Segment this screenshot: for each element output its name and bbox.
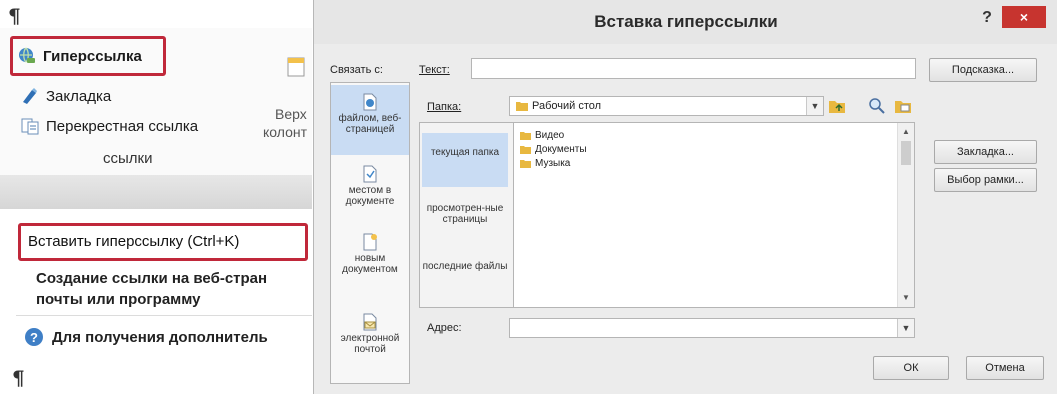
browse-sections: текущая папка просмотрен-ные страницы по…	[420, 123, 510, 307]
paragraph-mark-bottom: ¶	[12, 366, 25, 390]
file-name: Документы	[535, 144, 587, 155]
scroll-down-icon[interactable]: ▼	[898, 291, 914, 305]
target-frame-button[interactable]: Выбор рамки...	[934, 168, 1037, 192]
browse-recent-files-label: последние файлы	[422, 261, 508, 272]
link-to-place-in-document-label: местом в документе	[345, 185, 395, 207]
header-icon	[287, 57, 305, 77]
bookmark-dialog-button[interactable]: Закладка...	[934, 140, 1037, 164]
tooltip-button[interactable]: Подсказка...	[929, 58, 1037, 82]
tooltip-help-text: Для получения дополнитель	[52, 328, 268, 346]
header-button-label-bottom: колонт	[263, 124, 308, 140]
folder-select-value: Рабочий стол	[532, 100, 602, 112]
dialog-title: Вставка гиперссылки	[594, 12, 778, 31]
list-item[interactable]: Документы	[520, 144, 587, 155]
hyperlink-highlight-box	[10, 36, 166, 76]
link-to-email-label: электронной почтой	[340, 333, 400, 355]
address-label: Адрес:	[427, 322, 462, 334]
link-to-label: Связать с:	[330, 64, 383, 76]
link-to-file-web-page-label: файлом, веб-страницей	[338, 113, 402, 135]
file-name: Музыка	[535, 158, 571, 169]
dialog-titlebar[interactable]: Вставка гиперссылки ? ×	[314, 0, 1057, 44]
chevron-down-icon[interactable]: ▼	[897, 319, 914, 337]
svg-text:?: ?	[30, 330, 38, 345]
scroll-thumb[interactable]	[901, 141, 911, 165]
search-web-icon[interactable]	[867, 96, 887, 116]
browse-current-folder[interactable]: текущая папка	[422, 133, 508, 187]
new-document-icon	[363, 233, 377, 251]
browse-recent-files[interactable]: последние файлы	[422, 251, 508, 301]
chevron-down-icon[interactable]: ▼	[806, 97, 823, 115]
help-question-icon: ?	[25, 328, 43, 346]
address-input[interactable]: ▼	[509, 318, 915, 338]
tooltip-help-row: ? Для получения дополнитель	[24, 327, 312, 347]
ribbon-group-label: ссылки	[103, 150, 153, 167]
dialog-close-button[interactable]: ×	[1002, 6, 1046, 28]
tooltip-description-line-1: Создание ссылки на веб-стран	[36, 270, 268, 287]
link-to-file-web-page[interactable]: файлом, веб-страницей	[331, 85, 409, 155]
file-list[interactable]: Видео Документы Музыка ▲ ▼	[513, 123, 914, 307]
up-folder-icon[interactable]	[827, 96, 847, 116]
folder-label: Папка:	[427, 101, 462, 113]
bookmark-icon	[23, 88, 37, 104]
dialog-help-button[interactable]: ?	[974, 6, 1000, 30]
file-web-icon	[363, 93, 377, 111]
link-to-place-in-document[interactable]: местом в документе	[331, 165, 409, 225]
list-item[interactable]: Видео	[520, 130, 564, 141]
link-to-new-document[interactable]: новым документом	[331, 233, 409, 293]
browse-current-folder-label: текущая папка	[430, 147, 500, 158]
link-to-new-document-label: новым документом	[342, 253, 398, 275]
browse-area: текущая папка просмотрен-ные страницы по…	[419, 122, 915, 308]
list-item[interactable]: Музыка	[520, 158, 570, 169]
cross-reference-button[interactable]: Перекрестная ссылка	[20, 116, 198, 136]
cancel-button[interactable]: Отмена	[966, 356, 1044, 380]
bookmark-button[interactable]: Закладка	[20, 86, 111, 106]
folder-icon	[520, 132, 531, 140]
folder-icon	[520, 146, 531, 154]
ok-button[interactable]: ОК	[873, 356, 949, 380]
browse-file-icon[interactable]	[893, 96, 913, 116]
tooltip-separator	[16, 315, 312, 316]
insert-hyperlink-dialog: Вставка гиперссылки ? × Связать с: Текст…	[313, 0, 1057, 394]
tooltip-top-strip	[0, 175, 312, 209]
folder-select[interactable]: Рабочий стол ▼	[509, 96, 824, 116]
folder-icon	[516, 102, 528, 111]
email-icon	[363, 313, 377, 331]
link-to-email[interactable]: электронной почтой	[331, 313, 409, 373]
cross-reference-button-label: Перекрестная ссылка	[46, 117, 199, 135]
browse-browsed-pages-label: просмотрен-ные страницы	[426, 203, 504, 225]
link-to-bar: файлом, веб-страницей местом в документе…	[330, 82, 410, 384]
file-name: Видео	[535, 130, 565, 141]
browse-browsed-pages[interactable]: просмотрен-ные страницы	[422, 195, 508, 245]
file-list-scrollbar[interactable]: ▲ ▼	[897, 123, 914, 307]
folder-icon	[520, 160, 531, 168]
tooltip-title-highlight-box	[18, 223, 308, 261]
place-in-document-icon	[363, 165, 377, 183]
text-input[interactable]	[471, 58, 916, 79]
cross-reference-icon	[21, 118, 39, 135]
scroll-up-icon[interactable]: ▲	[898, 125, 914, 139]
paragraph-mark-top: ¶	[8, 4, 21, 28]
text-label: Текст:	[419, 64, 450, 76]
bookmark-button-label: Закладка	[46, 87, 112, 105]
tooltip-description-line-2: почты или программу	[36, 291, 201, 308]
header-button-label-top: Верх	[275, 106, 307, 122]
